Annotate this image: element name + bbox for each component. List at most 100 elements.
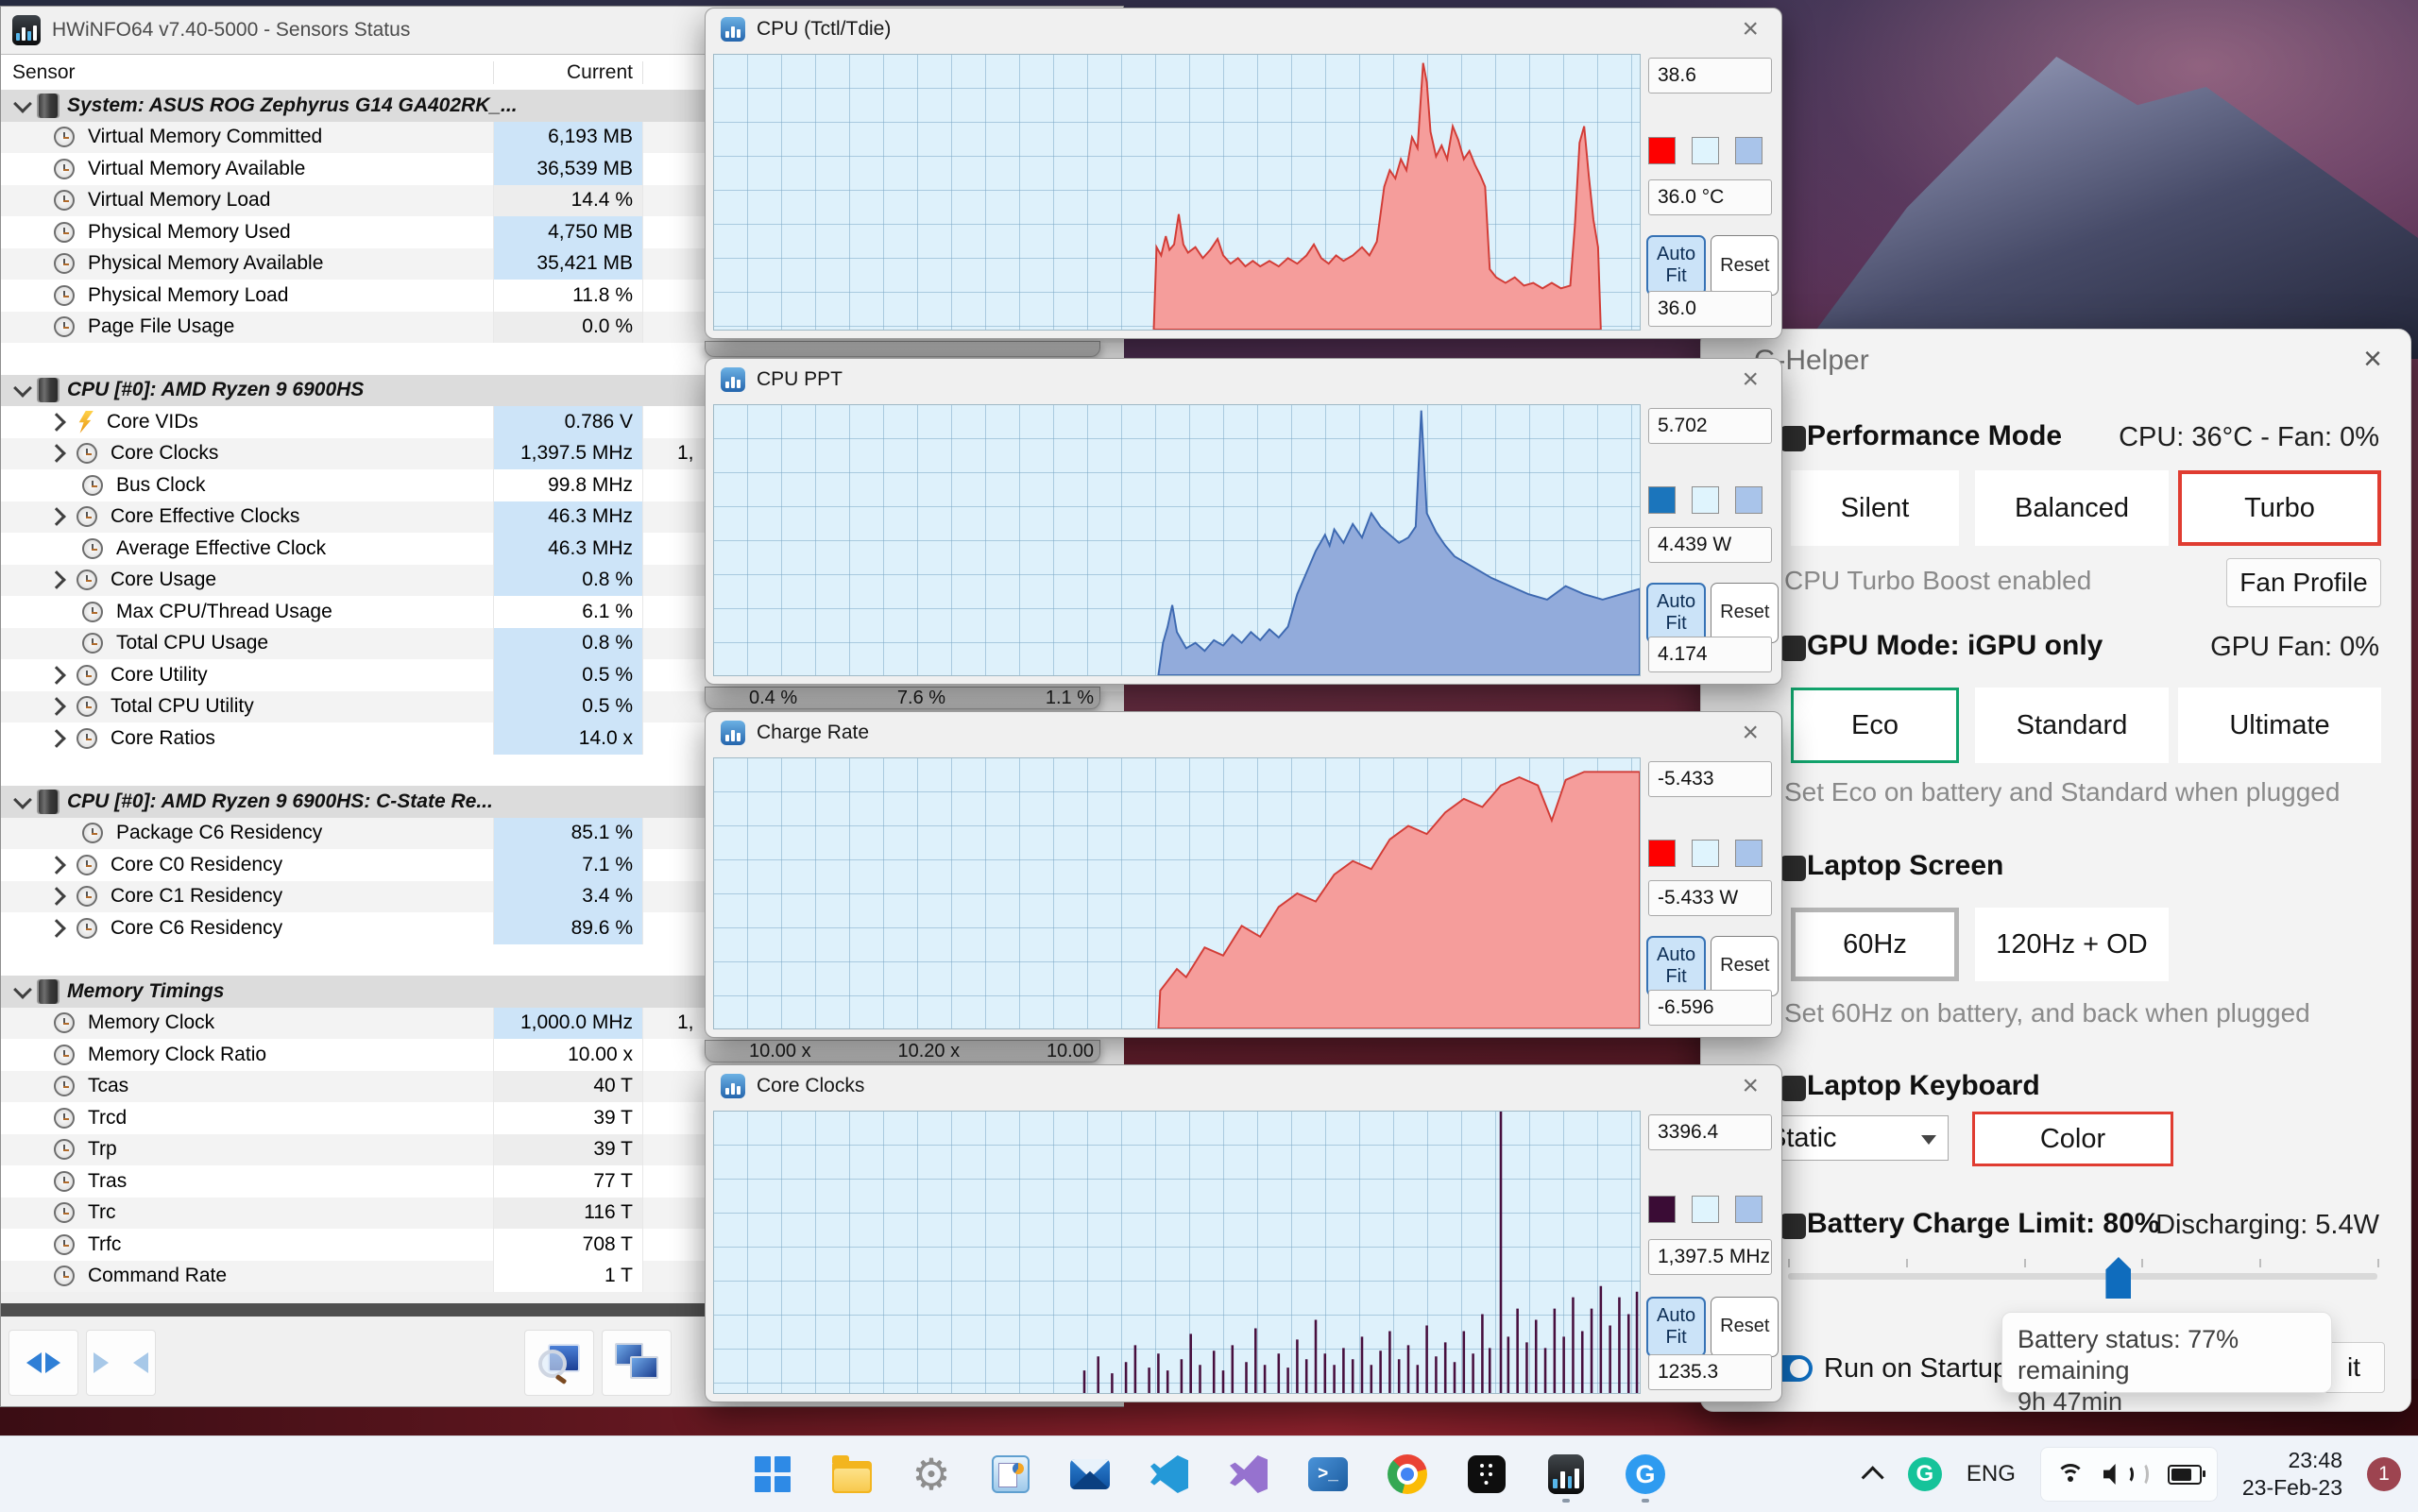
language-indicator[interactable]: ENG (1967, 1461, 2016, 1487)
sensor-label: Core Usage (111, 569, 217, 591)
gpu-ultimate-button[interactable]: Ultimate (2178, 688, 2381, 763)
grammarly-tray-icon[interactable]: G (1907, 1457, 1942, 1491)
collapse-columns-button[interactable] (86, 1330, 156, 1396)
keyboard-color-button[interactable]: Color (1972, 1112, 2173, 1166)
autofit-button[interactable]: Auto Fit (1646, 582, 1707, 643)
taskbar-icon-hwinfo[interactable] (1543, 1444, 1589, 1504)
series-color-swatch[interactable] (1648, 137, 1676, 165)
remote-monitoring-button[interactable] (602, 1330, 672, 1396)
taskbar-icon-chrome[interactable] (1385, 1444, 1430, 1504)
taskbar-icon-explorer[interactable] (829, 1444, 875, 1504)
grid-color-swatch[interactable] (1735, 137, 1762, 165)
clock-icon (77, 664, 97, 686)
taskbar-icon-settings[interactable]: ⚙ (909, 1444, 954, 1504)
reset-button[interactable]: Reset (1711, 235, 1779, 297)
perf-turbo-button[interactable]: Turbo (2178, 470, 2381, 546)
perf-silent-button[interactable]: Silent (1791, 470, 1959, 546)
expander-icon[interactable] (47, 855, 66, 875)
close-icon[interactable]: × (2363, 341, 2382, 378)
background-color-swatch[interactable] (1692, 137, 1719, 165)
system-summary-button[interactable] (524, 1330, 594, 1396)
expander-icon[interactable] (47, 918, 66, 938)
series-color-swatch[interactable] (1648, 485, 1676, 514)
taskbar-icon-visual-studio[interactable] (1226, 1444, 1271, 1504)
perf-balanced-button[interactable]: Balanced (1975, 470, 2169, 546)
statusbar-value: 1.1 % (1045, 687, 1094, 708)
expand-columns-button[interactable] (9, 1330, 78, 1396)
autofit-button[interactable]: Auto Fit (1646, 935, 1707, 996)
background-color-swatch[interactable] (1692, 839, 1719, 867)
expander-icon[interactable] (47, 665, 66, 685)
chevron-down-icon[interactable] (13, 790, 32, 809)
graph-min-value: 1235.3 (1648, 1354, 1772, 1390)
column-header-current[interactable]: Current (494, 61, 643, 84)
taskbar-icon-ghelper[interactable]: G (1623, 1444, 1668, 1504)
fan-profile-button[interactable]: Fan Profile (2226, 558, 2381, 607)
sensor-label: Command Rate (88, 1265, 228, 1287)
hidden-graph-window-statusbar[interactable]: 10.00 x 10.20 x 10.00 (705, 1040, 1100, 1062)
background-color-swatch[interactable] (1692, 485, 1719, 514)
battery-limit-slider-handle[interactable] (2105, 1257, 2132, 1299)
close-icon[interactable]: × (1734, 15, 1766, 43)
gpu-standard-button[interactable]: Standard (1975, 688, 2169, 763)
battery-limit-slider-track[interactable] (1788, 1273, 2377, 1280)
performance-icon (1780, 426, 1806, 451)
sensor-label: Physical Memory Used (88, 220, 291, 243)
hidden-graph-window-statusbar[interactable]: 0.4 % 7.6 % 1.1 % (705, 687, 1100, 709)
chevron-down-icon[interactable] (13, 93, 32, 113)
taskbar-icon-start[interactable] (750, 1444, 795, 1504)
hidden-graph-window-statusbar[interactable] (705, 341, 1100, 357)
graph-titlebar[interactable]: Core Clocks × (706, 1065, 1781, 1107)
autofit-button[interactable]: Auto Fit (1646, 1296, 1707, 1357)
graph-app-icon (721, 721, 745, 745)
explorer-icon (832, 1455, 872, 1493)
expander-icon[interactable] (47, 570, 66, 590)
reset-button[interactable]: Reset (1711, 935, 1779, 996)
grid-color-swatch[interactable] (1735, 839, 1762, 867)
group-header-label: CPU [#0]: AMD Ryzen 9 6900HS (67, 379, 365, 401)
taskbar-icon-dark-terminal[interactable] (1464, 1444, 1509, 1504)
series-color-swatch[interactable] (1648, 1196, 1676, 1224)
screen-60hz-button[interactable]: 60Hz (1791, 908, 1959, 981)
grid-color-swatch[interactable] (1735, 485, 1762, 514)
expander-icon[interactable] (47, 887, 66, 907)
tray-overflow-chevron-icon[interactable] (1861, 1465, 1884, 1488)
graph-titlebar[interactable]: Charge Rate × (706, 712, 1781, 754)
quick-settings-group[interactable] (2039, 1447, 2218, 1502)
expander-icon[interactable] (47, 697, 66, 717)
grid-color-swatch[interactable] (1735, 1196, 1762, 1224)
expander-icon[interactable] (47, 507, 66, 527)
expander-icon[interactable] (47, 444, 66, 464)
vscode-icon (1150, 1455, 1188, 1493)
series-color-swatch[interactable] (1648, 839, 1676, 867)
taskbar-icon-vscode[interactable] (1147, 1444, 1192, 1504)
graph-titlebar[interactable]: CPU (Tctl/Tdie) × (706, 8, 1781, 50)
taskbar-icon-powershell[interactable]: >_ (1305, 1444, 1351, 1504)
reset-button[interactable]: Reset (1711, 582, 1779, 643)
chevron-down-icon[interactable] (13, 379, 32, 399)
reset-button[interactable]: Reset (1711, 1296, 1779, 1357)
clock[interactable]: 23:48 23-Feb-23 (2242, 1447, 2342, 1502)
taskbar-icon-mail[interactable] (1067, 1444, 1113, 1504)
graph-current-value: -5.433 W (1648, 880, 1772, 917)
clock-icon (54, 253, 75, 275)
expander-icon[interactable] (47, 728, 66, 748)
screen-120hz-button[interactable]: 120Hz + OD (1975, 908, 2169, 981)
autofit-button[interactable]: Auto Fit (1646, 235, 1707, 297)
clock-icon (54, 1076, 75, 1097)
taskbar-icon-system-monitor[interactable] (988, 1444, 1033, 1504)
horizontal-splitter[interactable] (1, 1303, 706, 1317)
graph-titlebar[interactable]: CPU PPT × (706, 359, 1781, 400)
column-header-sensor[interactable]: Sensor (1, 61, 494, 84)
expander-icon[interactable] (47, 412, 66, 432)
sensor-label: Bus Clock (116, 473, 206, 496)
close-icon[interactable]: × (1734, 365, 1766, 394)
close-icon[interactable]: × (1734, 719, 1766, 747)
background-color-swatch[interactable] (1692, 1196, 1719, 1224)
graph-app-icon (721, 1074, 745, 1098)
gpu-eco-button[interactable]: Eco (1791, 688, 1959, 763)
keyboard-mode-dropdown[interactable]: Static (1756, 1115, 1949, 1161)
notification-badge[interactable]: 1 (2367, 1457, 2401, 1491)
chevron-down-icon[interactable] (13, 979, 32, 999)
close-icon[interactable]: × (1734, 1072, 1766, 1100)
